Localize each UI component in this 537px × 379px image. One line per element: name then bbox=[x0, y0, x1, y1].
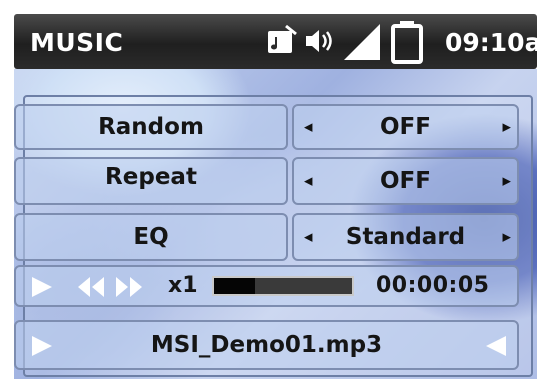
app-title: MUSIC bbox=[30, 28, 124, 57]
play-icon[interactable] bbox=[30, 275, 56, 303]
player-controls: x1 00:00:05 bbox=[14, 265, 519, 307]
status-bar-background: MUSIC 09:10a bbox=[14, 14, 537, 69]
progress-bar[interactable] bbox=[212, 276, 354, 296]
random-value: OFF bbox=[380, 114, 431, 140]
setting-row-eq[interactable]: EQ ◀ Standard ▶ bbox=[14, 213, 519, 261]
arrow-right-icon[interactable]: ▶ bbox=[503, 121, 511, 134]
eq-label: EQ bbox=[133, 224, 169, 250]
rewind-icon[interactable] bbox=[76, 275, 106, 303]
eq-value-selector[interactable]: ◀ Standard ▶ bbox=[292, 213, 519, 261]
status-bar: MUSIC 09:10a bbox=[0, 0, 537, 80]
setting-row-repeat[interactable]: Repeat ◀ OFF ▶ bbox=[14, 157, 519, 205]
setting-row-random[interactable]: Random ◀ OFF ▶ bbox=[14, 104, 519, 150]
repeat-label: Repeat bbox=[105, 164, 197, 191]
playback-speed[interactable]: x1 bbox=[168, 273, 198, 298]
repeat-value: OFF bbox=[380, 168, 431, 194]
arrow-right-icon[interactable]: ▶ bbox=[503, 231, 511, 244]
eq-label-cell[interactable]: EQ bbox=[14, 213, 288, 261]
signal-icon bbox=[342, 22, 382, 66]
repeat-label-cell[interactable]: Repeat bbox=[14, 157, 288, 205]
random-value-selector[interactable]: ◀ OFF ▶ bbox=[292, 104, 519, 150]
clock: 09:10a bbox=[445, 28, 537, 57]
arrow-right-icon[interactable]: ▶ bbox=[503, 175, 511, 188]
random-label: Random bbox=[98, 114, 204, 140]
music-mode-icon bbox=[265, 24, 299, 62]
now-playing-row[interactable]: MSI_Demo01.mp3 bbox=[14, 320, 519, 370]
random-label-cell[interactable]: Random bbox=[14, 104, 288, 150]
elapsed-time: 00:00:05 bbox=[376, 273, 490, 298]
back-arrow-icon[interactable] bbox=[482, 334, 508, 362]
battery-icon bbox=[390, 20, 424, 68]
fast-forward-icon[interactable] bbox=[114, 275, 144, 303]
volume-icon bbox=[304, 26, 338, 60]
file-name: MSI_Demo01.mp3 bbox=[150, 332, 383, 358]
progress-fill bbox=[214, 278, 256, 294]
repeat-value-selector[interactable]: ◀ OFF ▶ bbox=[292, 157, 519, 205]
eq-value: Standard bbox=[345, 224, 466, 250]
